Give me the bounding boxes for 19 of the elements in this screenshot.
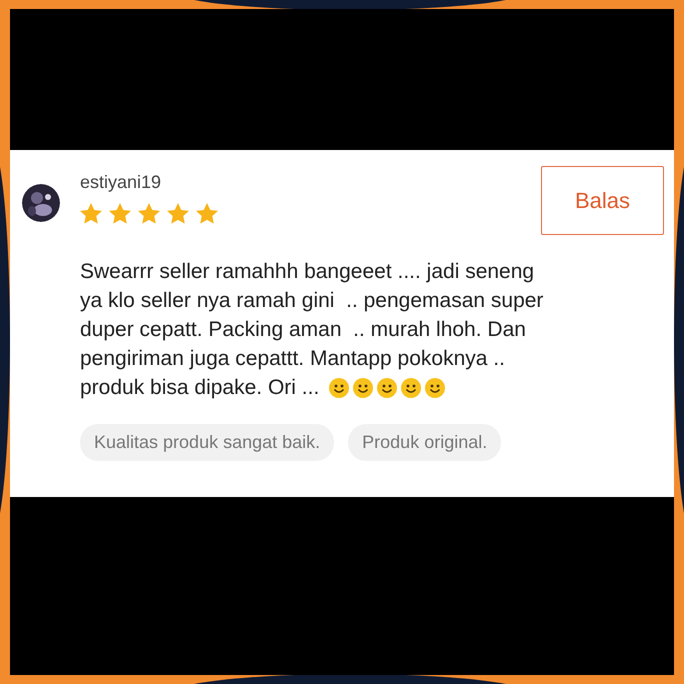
smiley-icon [353, 378, 374, 398]
smiley-icon [377, 378, 398, 398]
review-text-line: pengiriman juga cepattt. Mantapp pokoknya .. [80, 346, 505, 372]
smiley-icon [401, 378, 422, 398]
review-text-line: ya klo seller nya ramah gini .. pengemasan super [80, 288, 544, 314]
tag-chip: Kualitas produk sangat baik. [80, 424, 334, 461]
reply-button[interactable]: Balas [541, 166, 664, 235]
star-icon [138, 203, 160, 224]
username: estiyani19 [80, 172, 162, 193]
star-icon [80, 203, 102, 224]
review-text-line: produk bisa dipake. Ori ... [80, 375, 320, 401]
star-icon [167, 203, 189, 224]
smiley-icon [425, 378, 446, 398]
tag-chip: Produk original. [348, 424, 502, 461]
smiley-icon [329, 378, 350, 398]
review-text-line: Swearrr seller ramahhh bangeeet .... jadi seneng [80, 259, 534, 285]
review-text-line: duper cepatt. Packing aman .. murah lhoh. Dan [80, 317, 526, 343]
star-icon [196, 203, 218, 224]
star-icon [109, 203, 131, 224]
